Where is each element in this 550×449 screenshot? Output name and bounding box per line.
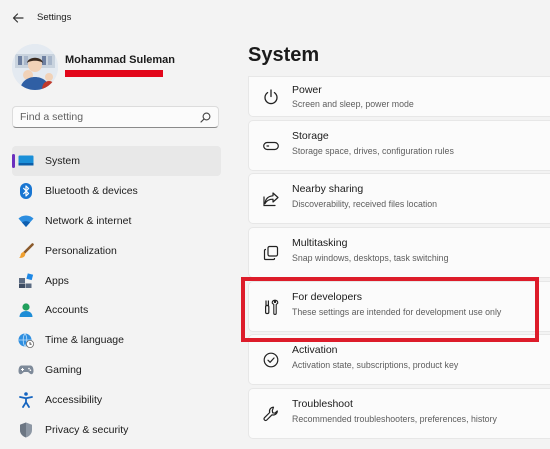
settings-list: Power Screen and sleep, power mode Stora…	[248, 76, 550, 442]
user-profile[interactable]: Mohammad Suleman	[12, 44, 232, 92]
sidebar-item-label: Gaming	[45, 364, 82, 377]
accounts-icon	[18, 302, 34, 318]
redaction-bar	[65, 70, 163, 77]
card-subtitle: Snap windows, desktops, task switching	[292, 253, 449, 264]
card-subtitle: Discoverability, received files location	[292, 199, 438, 210]
card-title: Nearby sharing	[292, 183, 364, 196]
bluetooth-icon	[18, 182, 34, 199]
settings-card-troubleshoot[interactable]: Troubleshoot Recommended troubleshooters…	[248, 388, 550, 440]
apps-icon	[18, 272, 34, 289]
title-bar: Settings	[0, 0, 550, 36]
card-title: Troubleshoot	[292, 398, 353, 411]
card-subtitle: Screen and sleep, power mode	[292, 99, 414, 109]
search-input[interactable]: Find a setting	[20, 111, 83, 123]
sidebar-item-system[interactable]: System	[12, 146, 221, 176]
card-subtitle: Recommended troubleshooters, preferences…	[292, 414, 497, 425]
share-icon	[262, 190, 280, 208]
card-title: Activation	[292, 344, 338, 357]
arrow-left-icon	[12, 13, 24, 23]
sidebar-item-label: Personalization	[45, 244, 117, 257]
card-subtitle: Storage space, drives, configuration rul…	[292, 145, 454, 156]
sidebar-item-label: Privacy & security	[45, 423, 129, 436]
power-icon	[262, 88, 280, 106]
paintbrush-icon	[18, 242, 34, 259]
settings-card-storage[interactable]: Storage Storage space, drives, configura…	[248, 119, 550, 171]
sidebar-item-label: Network & internet	[45, 214, 132, 227]
app-title: Settings	[37, 12, 72, 23]
sidebar-item-accessibility[interactable]: Accessibility	[12, 385, 221, 415]
settings-card-activation[interactable]: Activation Activation state, subscriptio…	[248, 334, 550, 386]
shield-icon	[18, 422, 34, 438]
gamepad-icon	[18, 362, 34, 378]
user-name: Mohammad Suleman	[65, 54, 176, 66]
settings-card-power[interactable]: Power Screen and sleep, power mode	[248, 76, 550, 117]
avatar	[12, 44, 58, 90]
sidebar-item-privacy-security[interactable]: Privacy & security	[12, 415, 221, 445]
back-button[interactable]	[9, 9, 27, 27]
sidebar-nav: System Bluetooth & devices Network & int…	[12, 146, 221, 445]
card-subtitle: Activation state, subscriptions, product…	[292, 360, 459, 371]
page-title: System	[248, 44, 320, 66]
sidebar-item-label: Apps	[45, 274, 69, 287]
sidebar-item-gaming[interactable]: Gaming	[12, 355, 221, 385]
activation-icon	[262, 351, 280, 369]
sidebar-item-label: Accounts	[45, 304, 89, 317]
search-box[interactable]: Find a setting	[12, 106, 219, 128]
wrench-icon	[262, 405, 280, 423]
sidebar-item-accounts[interactable]: Accounts	[12, 295, 221, 325]
system-icon	[18, 153, 34, 169]
card-title: Storage	[292, 129, 329, 142]
sidebar-item-label: Time & language	[45, 334, 124, 347]
sidebar-item-label: System	[45, 154, 81, 167]
accessibility-icon	[18, 392, 34, 409]
wifi-icon	[18, 213, 34, 229]
sidebar-item-network-internet[interactable]: Network & internet	[12, 206, 221, 236]
sidebar-item-bluetooth-devices[interactable]: Bluetooth & devices	[12, 176, 221, 206]
settings-card-multitasking[interactable]: Multitasking Snap windows, desktops, tas…	[248, 227, 550, 279]
sidebar-item-personalization[interactable]: Personalization	[12, 236, 221, 266]
search-icon	[200, 112, 211, 123]
globe-clock-icon	[18, 332, 34, 349]
multitasking-icon	[262, 244, 280, 262]
card-title: Multitasking	[292, 237, 348, 250]
storage-icon	[262, 137, 280, 155]
highlight-box	[241, 277, 539, 342]
card-title: Power	[292, 84, 322, 96]
sidebar-item-label: Bluetooth & devices	[45, 184, 138, 197]
sidebar-item-apps[interactable]: Apps	[12, 266, 221, 296]
sidebar-item-label: Accessibility	[45, 394, 103, 407]
settings-card-nearby-sharing[interactable]: Nearby sharing Discoverability, received…	[248, 173, 550, 225]
sidebar-item-time-language[interactable]: Time & language	[12, 325, 221, 355]
